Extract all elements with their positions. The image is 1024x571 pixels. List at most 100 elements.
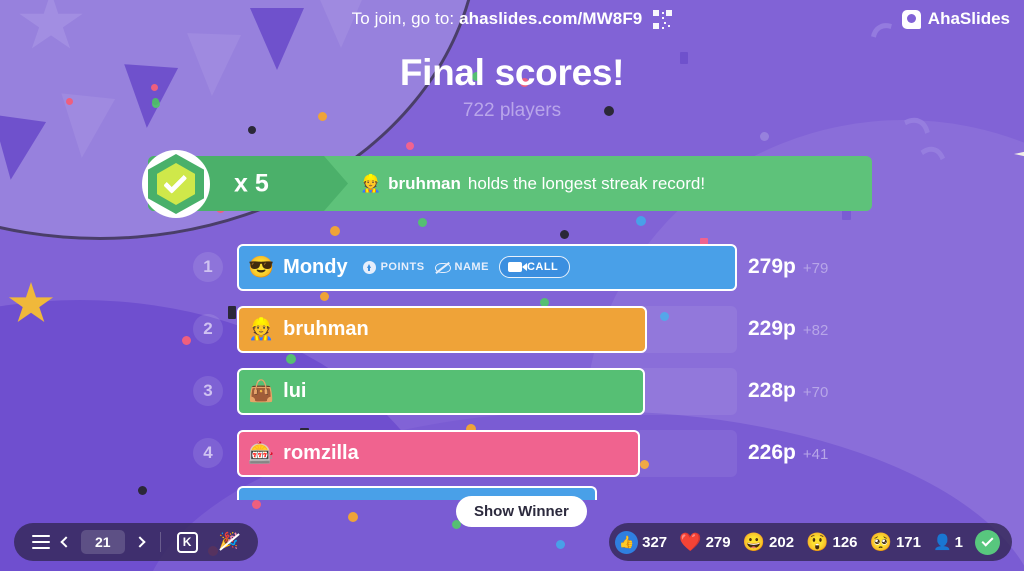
chevron-right-icon	[133, 536, 146, 548]
score-bar-track: 😎 Mondy POINTS NAME CALL	[237, 243, 737, 291]
streamer-decoration	[897, 141, 955, 215]
score-bar[interactable]: 😎 Mondy POINTS NAME CALL	[237, 243, 737, 291]
confetti	[418, 218, 427, 227]
player-count: 722 players	[462, 99, 562, 121]
score-value: 229p	[748, 317, 796, 340]
presentation-stage: To join, go to: ahaslides.com/MW8F9 AhaS…	[0, 0, 1024, 571]
bunting-flag	[0, 114, 47, 184]
effects-toggle-button[interactable]: 🎉	[206, 528, 244, 556]
audience-count-value: 1	[954, 533, 963, 551]
avatar: 😎	[248, 255, 275, 279]
table-row: 2 👷 bruhman 229p +82	[0, 298, 1024, 360]
score-group: 228p +70	[748, 379, 828, 403]
confetti	[636, 216, 646, 226]
player-name: bruhman	[283, 317, 369, 340]
score-delta: +82	[802, 322, 829, 339]
eye-off-icon	[434, 262, 451, 273]
points-up-icon	[362, 260, 376, 274]
menu-button[interactable]	[28, 531, 54, 553]
chevron-left-icon	[60, 536, 72, 548]
thumbs-up-icon: 👍	[615, 530, 639, 554]
slide-number[interactable]: 21	[81, 530, 125, 554]
score-bar[interactable]: 👷 bruhman	[237, 305, 647, 353]
reaction-heart[interactable]: ❤️ 279	[679, 533, 730, 551]
streak-multiplier: x 5	[234, 169, 269, 197]
presenter-nav-bar: 21 K 🎉	[14, 523, 258, 561]
ahaslides-brand: AhaSlides	[901, 9, 1010, 29]
reaction-sad[interactable]: 🥺 171	[870, 533, 921, 551]
video-camera-icon	[507, 262, 527, 272]
join-bar: To join, go to: ahaslides.com/MW8F9	[0, 0, 1024, 38]
streak-gem-badge	[142, 150, 210, 218]
confetti	[252, 500, 261, 509]
name-toggle[interactable]: NAME	[434, 261, 489, 273]
call-button[interactable]: CALL	[498, 256, 571, 278]
player-name: Mondy	[283, 255, 348, 278]
avatar: 👜	[248, 379, 275, 403]
astonished-icon: 😲	[806, 532, 829, 552]
player-name: romzilla	[283, 441, 359, 464]
confetti	[330, 226, 340, 236]
reaction-count: 126	[832, 533, 858, 551]
points-toggle[interactable]: POINTS	[362, 260, 425, 274]
score-delta: +41	[802, 446, 829, 463]
table-row: 3 👜 lui 228p +70	[0, 360, 1024, 422]
name-label: NAME	[454, 261, 489, 273]
streak-message: 👷 bruhman holds the longest streak record…	[360, 174, 705, 194]
sad-icon: 🥺	[869, 532, 892, 552]
score-bar[interactable]: 🎰 romzilla	[237, 429, 640, 477]
table-row: 1 😎 Mondy POINTS NAME CALL 279p +79	[0, 236, 1024, 298]
leaderboard: 1 😎 Mondy POINTS NAME CALL 279p +79 2 👷 …	[0, 236, 1024, 484]
points-label: POINTS	[380, 261, 425, 273]
prev-slide-button[interactable]	[58, 534, 74, 550]
reaction-thumbs-up[interactable]: 👍 327	[615, 530, 668, 554]
show-winner-button[interactable]: Show Winner	[456, 496, 587, 527]
score-value: 228p	[748, 379, 796, 402]
streak-message-text: holds the longest streak record!	[467, 173, 706, 193]
confetti	[248, 126, 256, 134]
reaction-astonished[interactable]: 😲 126	[806, 533, 857, 551]
confetti	[138, 486, 147, 495]
grinning-icon: 😀	[742, 532, 766, 552]
rank-badge: 2	[193, 314, 223, 344]
gem-check-icon	[148, 154, 204, 214]
score-bar[interactable]: 👜 lui	[237, 367, 645, 415]
player-name: lui	[283, 379, 307, 402]
hamburger-menu-icon	[32, 535, 50, 549]
score-bar-track: 🎰 romzilla	[237, 429, 737, 477]
confetti	[760, 132, 769, 141]
next-slide-button[interactable]	[132, 534, 148, 550]
rank-badge: 4	[193, 438, 223, 468]
ahaslides-logo-icon	[901, 9, 921, 29]
score-group: 229p +82	[748, 317, 828, 341]
streak-player-name: bruhman	[388, 173, 461, 193]
score-delta: +70	[802, 384, 829, 401]
score-bar-track: 👜 lui	[237, 367, 737, 415]
avatar: 🎰	[248, 441, 275, 465]
page-title: Final scores!	[399, 52, 625, 93]
nav-divider	[159, 532, 161, 552]
confetti	[348, 512, 358, 522]
score-value: 279p	[748, 255, 796, 278]
person-icon: 👤	[932, 534, 952, 551]
score-bar-track: 👷 bruhman	[237, 305, 737, 353]
brand-name: AhaSlides	[927, 9, 1010, 28]
streak-banner: x 5 👷 bruhman holds the longest streak re…	[148, 156, 872, 211]
streak-avatar: 👷	[360, 173, 382, 193]
confetti	[406, 142, 414, 150]
keyboard-shortcuts-button[interactable]: K	[173, 528, 202, 557]
score-group: 226p +41	[748, 441, 828, 465]
join-instruction: To join, go to: ahaslides.com/MW8F9	[352, 9, 643, 29]
audience-count[interactable]: 👤 1	[932, 533, 963, 552]
reaction-count: 171	[895, 533, 921, 551]
qr-code-icon[interactable]	[653, 9, 673, 29]
avatar: 👷	[248, 317, 275, 341]
score-delta: +79	[802, 260, 829, 277]
reaction-grin[interactable]: 😀 202	[743, 533, 794, 551]
party-popper-off-icon: 🎉	[218, 532, 240, 552]
join-prefix: To join, go to:	[351, 9, 460, 28]
connection-ok-icon[interactable]	[975, 529, 1000, 555]
reaction-count: 327	[642, 533, 668, 551]
reactions-bar: 👍 327 ❤️ 279 😀 202 😲 126 🥺 171 👤 1	[609, 523, 1012, 561]
rank-badge: 1	[193, 252, 223, 282]
